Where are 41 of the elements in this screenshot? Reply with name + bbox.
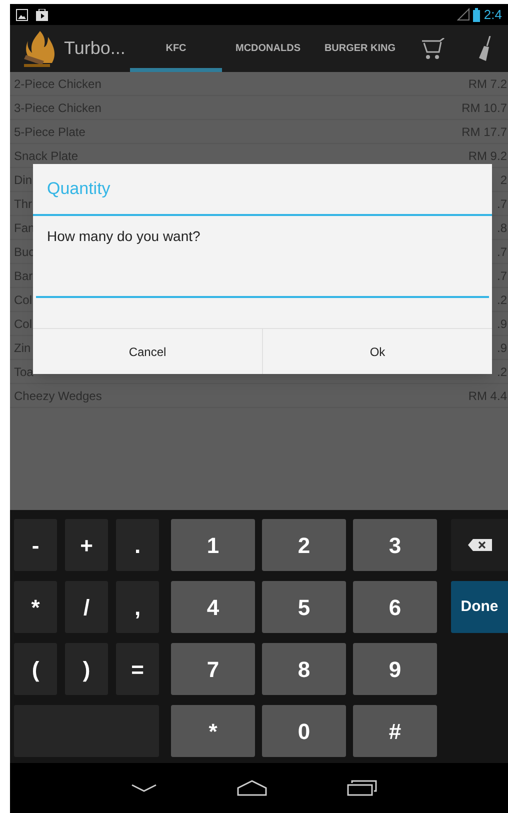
keyboard-key[interactable]: 9 bbox=[353, 643, 437, 695]
keyboard-key[interactable]: 0 bbox=[262, 705, 346, 757]
keyboard-key[interactable]: # bbox=[353, 705, 437, 757]
keyboard-key[interactable]: 5 bbox=[262, 581, 346, 633]
broom-icon[interactable] bbox=[478, 36, 492, 62]
keyboard-key[interactable]: 2 bbox=[262, 519, 346, 571]
keyboard-key[interactable]: 8 bbox=[262, 643, 346, 695]
keyboard-key[interactable]: 7 bbox=[171, 643, 255, 695]
keyboard-key[interactable]: . bbox=[116, 519, 159, 571]
keyboard-key[interactable]: * bbox=[14, 581, 57, 633]
keyboard-key[interactable]: / bbox=[65, 581, 108, 633]
battery-icon bbox=[472, 8, 480, 22]
home-icon[interactable] bbox=[237, 780, 267, 796]
clock-time: 2:4 bbox=[484, 6, 502, 24]
keyboard-key[interactable]: 6 bbox=[353, 581, 437, 633]
dialog-button[interactable]: Cancel bbox=[33, 329, 262, 374]
picture-icon bbox=[16, 8, 28, 20]
keyboard-key[interactable]: 4 bbox=[171, 581, 255, 633]
keyboard-key[interactable]: = bbox=[116, 643, 159, 695]
tab[interactable]: BURGER KING bbox=[314, 25, 406, 72]
backspace-icon bbox=[468, 539, 492, 551]
dialog-button[interactable]: Ok bbox=[262, 329, 492, 374]
play-icon bbox=[36, 8, 48, 20]
keyboard-key[interactable]: ) bbox=[65, 643, 108, 695]
dialog-message: How many do you want? bbox=[47, 227, 202, 246]
keyboard-key[interactable]: 1 bbox=[171, 519, 255, 571]
dialog-title: Quantity bbox=[47, 178, 110, 200]
cart-icon[interactable] bbox=[422, 38, 446, 60]
back-icon[interactable] bbox=[131, 784, 157, 792]
keyboard-key[interactable]: - bbox=[14, 519, 57, 571]
done-key[interactable]: Done bbox=[451, 581, 508, 633]
recents-icon[interactable] bbox=[347, 780, 377, 796]
app-title: Turbo... bbox=[64, 37, 126, 60]
keyboard-key[interactable]: 3 bbox=[353, 519, 437, 571]
keyboard-key[interactable]: , bbox=[116, 581, 159, 633]
keyboard-key[interactable]: ( bbox=[14, 643, 57, 695]
backspace-key[interactable] bbox=[451, 519, 508, 571]
keyboard-key[interactable]: + bbox=[65, 519, 108, 571]
keyboard-key[interactable]: * bbox=[171, 705, 255, 757]
signal-icon bbox=[456, 8, 470, 21]
tab[interactable]: MCDONALDS bbox=[222, 25, 314, 72]
